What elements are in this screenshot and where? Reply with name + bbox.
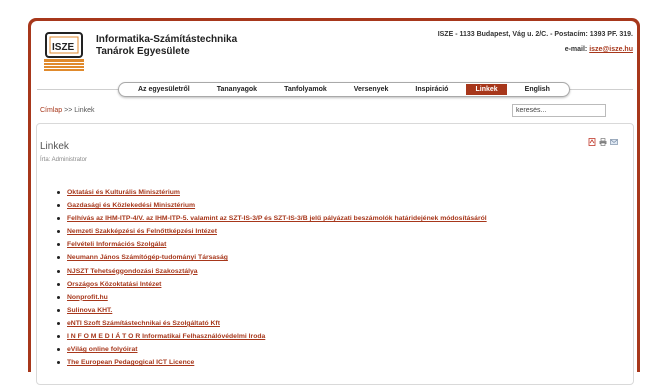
list-item: Nemzeti Szakképzési és Felnőttképzési In… bbox=[56, 225, 487, 238]
link-njszt-tehetseg[interactable]: NJSZT Tehetséggondozási Szakosztálya bbox=[67, 268, 198, 275]
link-oki[interactable]: Országos Közoktatási Intézet bbox=[67, 281, 161, 288]
list-item: Országos Közoktatási Intézet bbox=[56, 278, 487, 291]
breadcrumb-current: Linkek bbox=[74, 107, 95, 114]
list-item: Nonprofit.hu bbox=[56, 291, 487, 304]
list-item: Neumann János Számítógép-tudományi Társa… bbox=[56, 251, 487, 264]
list-item: eNTI Szoft Számítástechnikai és Szolgált… bbox=[56, 317, 487, 330]
links-list: Oktatási és Kulturális Minisztérium Gazd… bbox=[56, 186, 487, 369]
link-njszt[interactable]: Neumann János Számítógép-tudományi Társa… bbox=[67, 254, 228, 261]
site-name-line2: Tanárok Egyesülete bbox=[96, 46, 190, 57]
article-author: Írta: Administrator bbox=[40, 157, 88, 163]
main-nav: Az egyesületről Tananyagok Tanfolyamok V… bbox=[118, 82, 570, 97]
search-input[interactable] bbox=[512, 104, 606, 117]
nav-item-versenyek[interactable]: Versenyek bbox=[345, 84, 398, 95]
link-enti-szoft[interactable]: eNTI Szoft Számítástechnikai és Szolgált… bbox=[67, 320, 220, 327]
contact-info: ISZE - 1133 Budapest, Vág u. 2/C. - Post… bbox=[438, 27, 633, 57]
link-nonprofit[interactable]: Nonprofit.hu bbox=[67, 294, 108, 301]
nav-item-az-egyesuletrol[interactable]: Az egyesületről bbox=[129, 84, 199, 95]
link-felhivas[interactable]: Felhívás az IHM-ITP-4/V. az IHM-ITP-5. v… bbox=[67, 215, 487, 222]
link-felveteli[interactable]: Felvételi Információs Szolgálat bbox=[67, 241, 166, 248]
list-item: Felhívás az IHM-ITP-4/V. az IHM-ITP-5. v… bbox=[56, 212, 487, 225]
nav-item-tanfolyamok[interactable]: Tanfolyamok bbox=[275, 84, 336, 95]
list-item: NJSZT Tehetséggondozási Szakosztálya bbox=[56, 265, 487, 278]
list-item: eVilág online folyóirat bbox=[56, 343, 487, 356]
contact-email-row: e-mail: isze@isze.hu bbox=[438, 42, 633, 57]
list-item: Felvételi Információs Szolgálat bbox=[56, 238, 487, 251]
breadcrumb-separator: >> bbox=[64, 107, 73, 114]
list-item: Sulinova KHT. bbox=[56, 304, 487, 317]
nav-item-inspiracio[interactable]: Inspiráció bbox=[406, 84, 457, 95]
list-item: Gazdasági és Közlekedési Minisztérium bbox=[56, 199, 487, 212]
nav-item-english[interactable]: English bbox=[516, 84, 559, 95]
pdf-icon[interactable] bbox=[588, 138, 596, 146]
list-item: I N F O M E D I Á T O R Informatikai Fel… bbox=[56, 330, 487, 343]
list-item: Oktatási és Kulturális Minisztérium bbox=[56, 186, 487, 199]
link-evilag[interactable]: eVilág online folyóirat bbox=[67, 346, 138, 353]
link-nszfi[interactable]: Nemzeti Szakképzési és Felnőttképzési In… bbox=[67, 228, 217, 235]
nav-item-linkek[interactable]: Linkek bbox=[466, 84, 507, 95]
contact-address: ISZE - 1133 Budapest, Vág u. 2/C. - Post… bbox=[437, 31, 633, 38]
email-label: e-mail: bbox=[564, 46, 588, 53]
nav-item-tananyagok[interactable]: Tananyagok bbox=[208, 84, 266, 95]
site-name-line1: Informatika-Számítástechnika bbox=[96, 34, 238, 45]
list-item: The European Pedagogical ICT Licence bbox=[56, 356, 487, 369]
logo-text: ISZE bbox=[52, 42, 75, 53]
article-actions bbox=[588, 138, 618, 146]
print-icon[interactable] bbox=[599, 138, 607, 146]
link-okm[interactable]: Oktatási és Kulturális Minisztérium bbox=[67, 189, 180, 196]
link-epict[interactable]: The European Pedagogical ICT Licence bbox=[67, 359, 194, 366]
email-icon[interactable] bbox=[610, 138, 618, 146]
link-sulinova[interactable]: Sulinova KHT. bbox=[67, 307, 112, 314]
breadcrumb-home[interactable]: Címlap bbox=[40, 107, 62, 114]
link-gkm[interactable]: Gazdasági és Közlekedési Minisztérium bbox=[67, 202, 195, 209]
email-link[interactable]: isze@isze.hu bbox=[589, 46, 633, 53]
link-infomediator[interactable]: I N F O M E D I Á T O R Informatikai Fel… bbox=[67, 333, 265, 340]
page-title: Linkek bbox=[40, 141, 69, 152]
isze-logo[interactable]: ISZE bbox=[40, 27, 90, 73]
site-name: Informatika-Számítástechnika Tanárok Egy… bbox=[96, 34, 237, 58]
breadcrumb: Címlap >> Linkek bbox=[40, 107, 95, 114]
